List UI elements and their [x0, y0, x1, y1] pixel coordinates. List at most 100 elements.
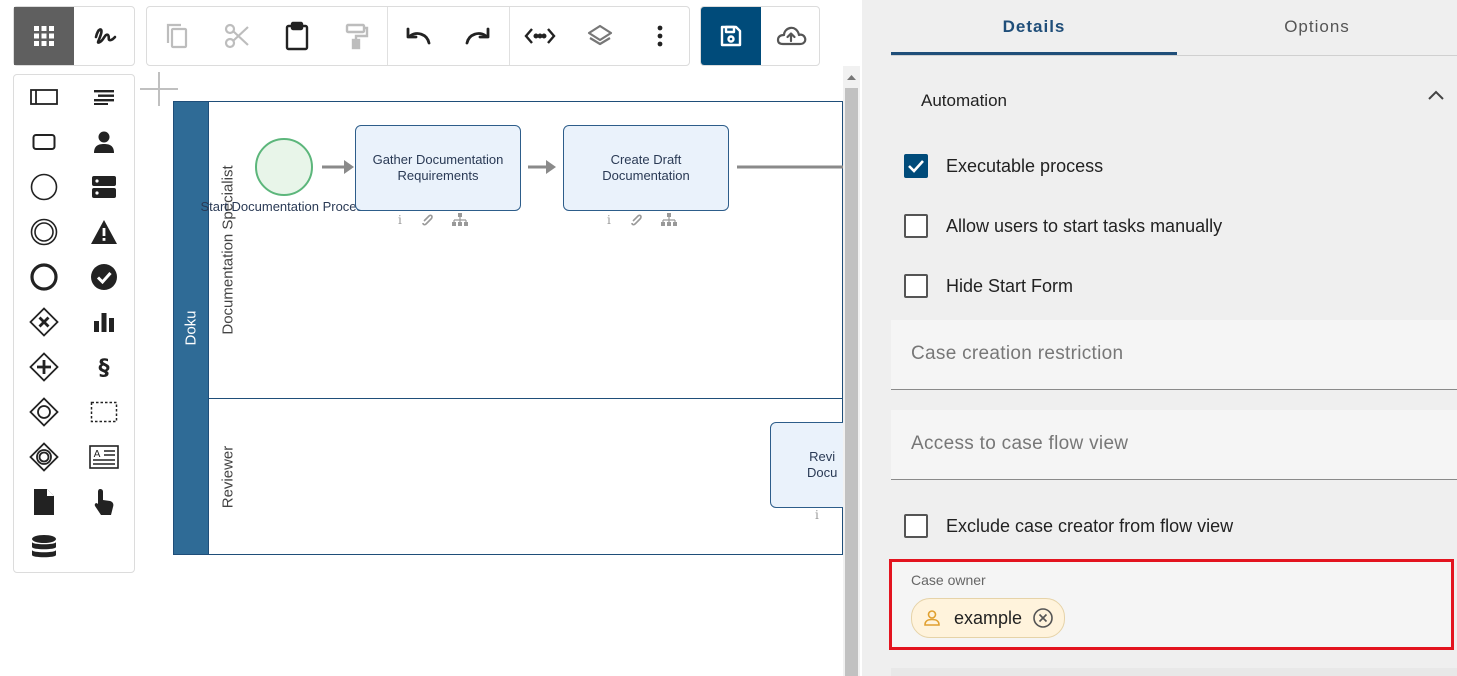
- scrollbar-thumb[interactable]: [845, 88, 858, 676]
- freehand-mode-button[interactable]: [75, 7, 135, 65]
- palette-end-event[interactable]: [24, 259, 64, 295]
- tab-divider: [891, 55, 1457, 56]
- exclusive-gateway-icon: [29, 307, 59, 337]
- save-button[interactable]: [701, 7, 761, 65]
- palette-data-store[interactable]: [24, 529, 64, 565]
- group-icon: [90, 401, 118, 423]
- checkbox-label: Allow users to start tasks manually: [946, 215, 1223, 236]
- executable-process-row[interactable]: Executable process: [904, 153, 1103, 179]
- task-label: Revi Docu: [807, 449, 838, 480]
- case-creation-restriction-field[interactable]: Case creation restriction: [891, 320, 1457, 390]
- chevron-up-icon[interactable]: [1426, 88, 1446, 102]
- cut-button[interactable]: [207, 7, 267, 65]
- lane-icon: [30, 89, 58, 105]
- element-palette: § A: [13, 74, 135, 573]
- exclude-creator-row[interactable]: Exclude case creator from flow view: [904, 513, 1233, 539]
- checkbox-label: Exclude case creator from flow view: [946, 515, 1234, 536]
- section-icon: §: [99, 356, 110, 380]
- palette-section[interactable]: §: [84, 349, 124, 385]
- paste-icon: [285, 21, 309, 51]
- executable-process-checkbox[interactable]: [904, 154, 928, 178]
- info-icon[interactable]: i: [607, 213, 611, 227]
- more-vertical-icon: [657, 25, 663, 47]
- exclude-creator-checkbox[interactable]: [904, 514, 928, 538]
- intermediate-event-icon: [30, 218, 58, 246]
- copy-button[interactable]: [147, 7, 207, 65]
- code-view-button[interactable]: [510, 7, 570, 65]
- code-arrows-icon: [524, 28, 556, 44]
- owner-chip[interactable]: example: [911, 598, 1066, 638]
- palette-inclusive-gateway[interactable]: [24, 394, 64, 430]
- hierarchy-icon[interactable]: [451, 213, 468, 227]
- palette-manual[interactable]: [84, 484, 124, 520]
- user-icon: [924, 610, 940, 626]
- palette-group[interactable]: [84, 394, 124, 430]
- attachment-icon[interactable]: [629, 213, 643, 227]
- remove-chip-icon[interactable]: [1032, 607, 1054, 629]
- attachment-icon[interactable]: [420, 213, 434, 227]
- palette-parallel-gateway[interactable]: [24, 349, 64, 385]
- publish-button[interactable]: [761, 7, 819, 65]
- checkmark-icon: [908, 160, 924, 173]
- cloud-upload-icon: [776, 26, 807, 46]
- palette-form[interactable]: A: [84, 439, 124, 475]
- undo-icon: [406, 27, 431, 45]
- case-owner-label: Case owner: [911, 572, 986, 588]
- task-icon: [32, 134, 56, 150]
- case-owner-field[interactable]: Case owner example: [889, 559, 1454, 650]
- mode-toggle-group: [13, 6, 135, 66]
- lane-divider: [208, 398, 843, 399]
- section-title-automation: Automation: [921, 91, 1007, 110]
- freehand-icon: [94, 28, 117, 44]
- info-icon[interactable]: i: [815, 508, 819, 522]
- more-button[interactable]: [630, 7, 690, 65]
- palette-service-task[interactable]: [84, 169, 124, 205]
- grid-icon: [34, 26, 54, 46]
- palette-chart[interactable]: [84, 304, 124, 340]
- task-create-draft[interactable]: Create Draft Documentation: [563, 125, 729, 211]
- tab-options[interactable]: Options: [1177, 0, 1457, 54]
- allow-manual-start-row[interactable]: Allow users to start tasks manually: [904, 213, 1222, 239]
- palette-document[interactable]: [24, 484, 64, 520]
- svg-text:A: A: [94, 449, 101, 460]
- paste-button[interactable]: [267, 7, 327, 65]
- task-icons-row: i: [607, 212, 677, 228]
- palette-error[interactable]: [84, 214, 124, 250]
- service-task-icon: [92, 176, 116, 198]
- hide-start-form-checkbox[interactable]: [904, 274, 928, 298]
- palette-event-gateway[interactable]: [24, 439, 64, 475]
- chart-icon: [94, 313, 114, 332]
- palette-check[interactable]: [84, 259, 124, 295]
- palette-task[interactable]: [24, 124, 64, 160]
- user-task-icon: [94, 131, 114, 153]
- hide-start-form-row[interactable]: Hide Start Form: [904, 273, 1073, 299]
- hierarchy-icon[interactable]: [660, 213, 677, 227]
- pool-header[interactable]: Doku: [173, 101, 209, 555]
- palette-annotation[interactable]: [84, 79, 124, 115]
- grid-mode-button[interactable]: [14, 7, 74, 65]
- palette-exclusive-gateway[interactable]: [24, 304, 64, 340]
- task-icons-row: i: [398, 212, 468, 228]
- task-review[interactable]: Revi Docu: [770, 422, 843, 508]
- chip-label: example: [954, 607, 1023, 628]
- palette-start-event[interactable]: [24, 169, 64, 205]
- tab-details[interactable]: Details: [891, 0, 1177, 54]
- document-icon: [34, 489, 54, 515]
- palette-intermediate-event[interactable]: [24, 214, 64, 250]
- palette-user-task[interactable]: [84, 124, 124, 160]
- redo-icon: [465, 27, 490, 45]
- info-icon[interactable]: i: [398, 213, 402, 227]
- end-event-icon: [30, 263, 58, 291]
- layers-button[interactable]: [570, 7, 630, 65]
- task-gather-requirements[interactable]: Gather Documentation Requirements: [355, 125, 521, 211]
- task-label: Create Draft Documentation: [602, 152, 690, 183]
- undo-button[interactable]: [388, 7, 448, 65]
- redo-button[interactable]: [448, 7, 508, 65]
- format-painter-button[interactable]: [327, 7, 387, 65]
- case-flow-view-access-field[interactable]: Access to case flow view: [891, 410, 1457, 480]
- palette-lane[interactable]: [24, 79, 64, 115]
- start-event[interactable]: [255, 138, 313, 196]
- allow-manual-start-checkbox[interactable]: [904, 214, 928, 238]
- save-group: [700, 6, 820, 66]
- scroll-up-arrow-icon[interactable]: [845, 72, 858, 82]
